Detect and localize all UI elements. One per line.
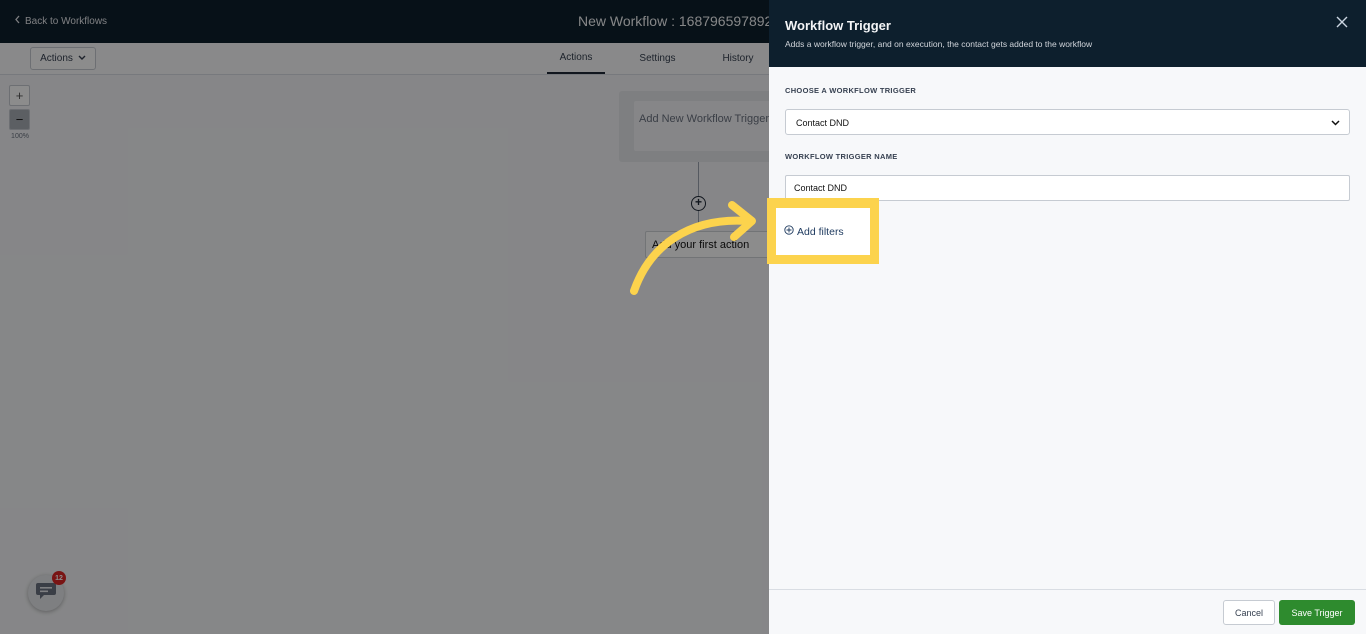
drawer-header: Workflow Trigger Adds a workflow trigger… — [769, 0, 1366, 67]
drawer-title: Workflow Trigger — [785, 18, 891, 33]
add-filters-label: Add filters — [797, 225, 844, 238]
close-icon[interactable] — [1334, 16, 1350, 32]
trigger-name-label: WORKFLOW TRIGGER NAME — [785, 152, 898, 161]
trigger-select-label: CHOOSE A WORKFLOW TRIGGER — [785, 86, 917, 95]
curved-arrow-icon — [630, 201, 756, 295]
drawer-subtitle: Adds a workflow trigger, and on executio… — [785, 39, 1093, 49]
plus-circle-icon — [784, 225, 794, 238]
cancel-button[interactable]: Cancel — [1223, 600, 1275, 625]
trigger-select[interactable]: Contact DND — [785, 109, 1350, 135]
save-trigger-button[interactable]: Save Trigger — [1279, 600, 1355, 625]
trigger-select-value: Contact DND — [796, 118, 850, 128]
chevron-down-icon — [1331, 118, 1340, 128]
add-filters-button[interactable]: Add filters — [776, 208, 870, 255]
workflow-trigger-drawer: Workflow Trigger Adds a workflow trigger… — [769, 0, 1366, 634]
drawer-footer: Cancel Save Trigger — [769, 589, 1366, 634]
